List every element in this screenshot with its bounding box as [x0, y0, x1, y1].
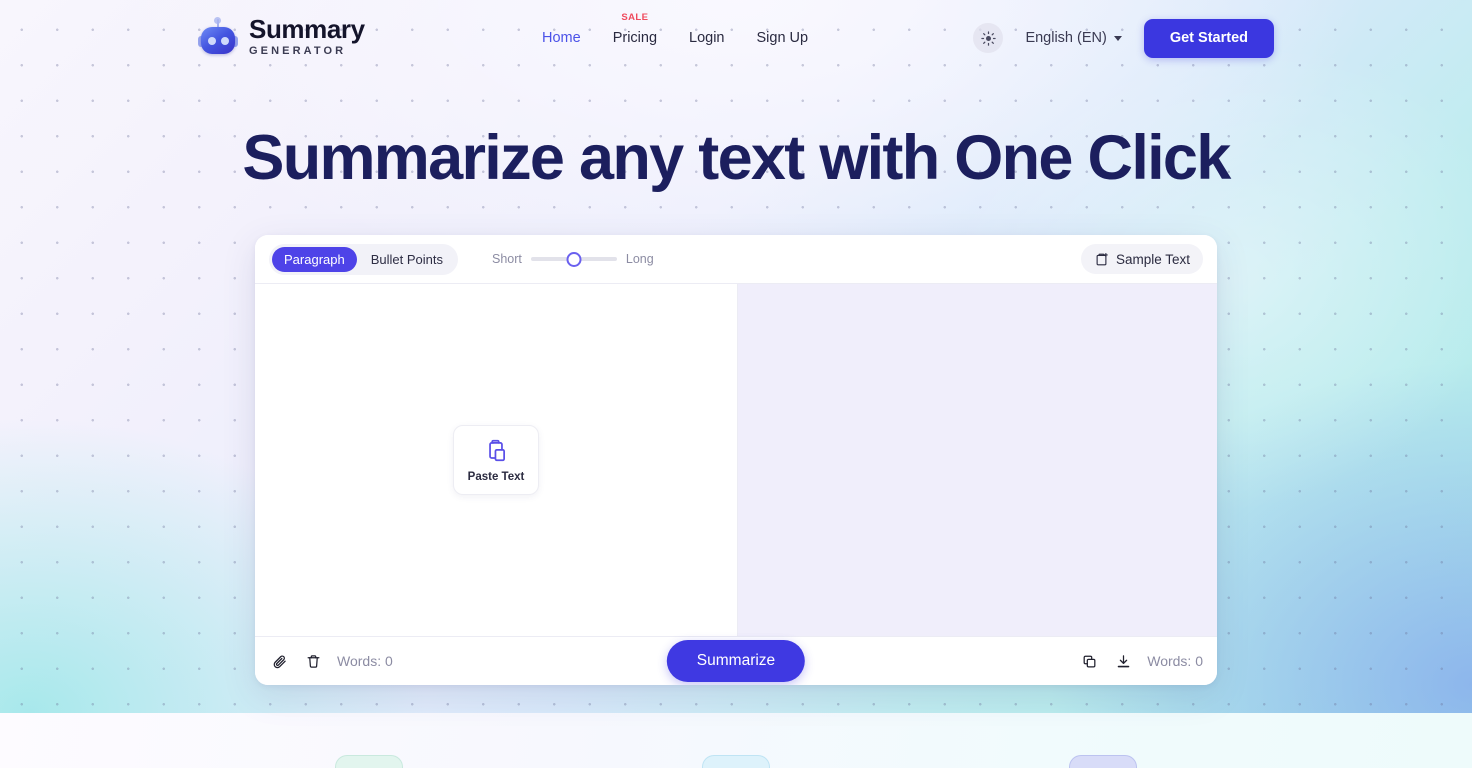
theme-toggle-button[interactable]	[973, 23, 1004, 53]
input-pane[interactable]: Paste Text	[255, 284, 737, 636]
sample-text-button[interactable]: Sample Text	[1080, 244, 1203, 274]
language-label: English (EN)	[1025, 30, 1107, 46]
page-title: Summarize any text with One Click	[242, 123, 1231, 193]
copy-icon	[1083, 655, 1096, 667]
input-footer-actions: Words: 0	[269, 651, 393, 672]
output-word-count: Words: 0	[1147, 653, 1203, 669]
editor-footer: Words: 0 Summarize Words: 0	[255, 636, 1217, 685]
editor-toolbar: Paragraph Bullet Points Short Long Sampl…	[255, 235, 1217, 284]
page-root: Summary GENERATOR Home SALE Pricing Logi…	[0, 0, 1472, 768]
length-control: Short Long	[492, 251, 654, 267]
download-output-button[interactable]	[1113, 651, 1134, 672]
nav-item-home[interactable]: Home	[540, 26, 583, 50]
robot-head-icon	[198, 16, 238, 57]
mode-paragraph-button[interactable]: Paragraph	[272, 246, 357, 272]
attach-file-button[interactable]	[269, 651, 290, 672]
brand-logo[interactable]: Summary GENERATOR	[198, 16, 365, 57]
main-nav: Home SALE Pricing Login Sign Up	[540, 0, 810, 76]
clipboard-plus-icon	[1096, 252, 1108, 265]
input-word-count: Words: 0	[337, 653, 393, 669]
nav-item-pricing-label: Pricing	[612, 30, 658, 46]
language-selector[interactable]: English (EN)	[1025, 30, 1122, 46]
paperclip-icon	[273, 655, 286, 668]
copy-output-button[interactable]	[1079, 651, 1100, 672]
get-started-button[interactable]: Get Started	[1143, 18, 1274, 58]
paste-clipboard-icon	[489, 439, 505, 461]
nav-item-login[interactable]: Login	[687, 26, 726, 50]
nav-item-signup[interactable]: Sign Up	[755, 26, 811, 50]
output-mode-segmented-control: Paragraph Bullet Points	[269, 243, 458, 275]
site-header: Summary GENERATOR Home SALE Pricing Logi…	[0, 0, 1472, 76]
mode-bullet-points-button[interactable]: Bullet Points	[359, 247, 455, 272]
nav-item-home-label: Home	[542, 30, 581, 46]
sample-text-label: Sample Text	[1115, 251, 1190, 267]
nav-item-login-label: Login	[689, 30, 725, 46]
editor-panes: Paste Text	[255, 284, 1217, 636]
sun-icon	[981, 30, 996, 46]
feature-card-peek-2[interactable]	[702, 755, 770, 768]
output-footer-actions: Words: 0	[1079, 651, 1203, 672]
trash-icon	[307, 654, 320, 668]
brand-title: Summary	[249, 14, 365, 44]
paste-text-button[interactable]: Paste Text	[453, 425, 539, 495]
nav-item-signup-label: Sign Up	[756, 30, 809, 46]
summarizer-card: Paragraph Bullet Points Short Long Sampl…	[255, 235, 1217, 685]
download-icon	[1117, 654, 1130, 667]
clear-text-button[interactable]	[303, 651, 324, 672]
length-slider[interactable]	[530, 251, 617, 267]
header-actions: English (EN) Get Started	[973, 0, 1274, 76]
nav-item-pricing[interactable]: SALE Pricing	[611, 12, 659, 50]
length-max-label: Long	[625, 252, 654, 266]
feature-card-peek-3[interactable]	[1069, 755, 1137, 768]
output-pane[interactable]	[737, 284, 1217, 636]
length-min-label: Short	[491, 252, 522, 266]
sale-badge: SALE	[621, 12, 649, 23]
length-slider-thumb[interactable]	[566, 251, 582, 267]
chevron-down-icon	[1113, 35, 1122, 41]
summarize-button[interactable]: Summarize	[666, 640, 806, 682]
brand-subtitle: GENERATOR	[249, 45, 347, 57]
brand-text: Summary GENERATOR	[249, 16, 365, 57]
paste-text-label: Paste Text	[467, 470, 525, 483]
feature-card-peek-1[interactable]	[335, 755, 403, 768]
